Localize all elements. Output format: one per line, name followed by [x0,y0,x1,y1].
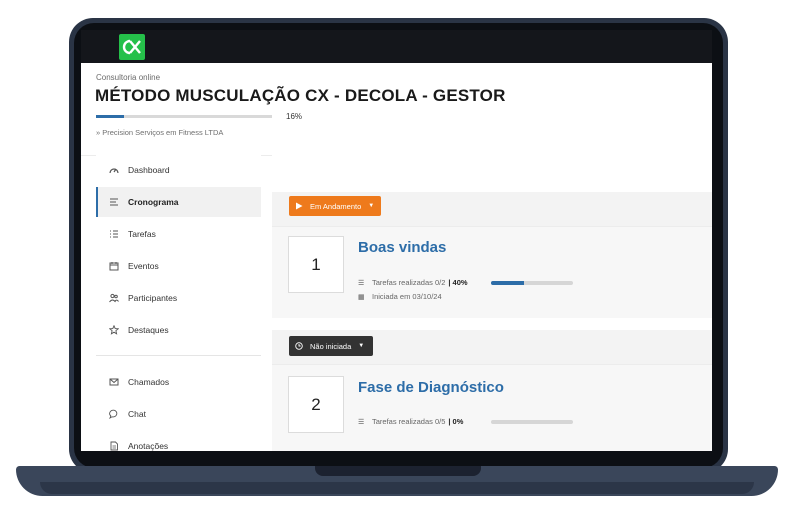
cx-logo[interactable] [119,34,145,60]
status-dropdown[interactable]: Em Andamento ▼ [289,196,381,216]
phase-number: 2 [288,376,344,433]
calendar-icon [109,261,119,271]
phase-card: Em Andamento ▼ 1 Boas vindas ☰ Tarefas r… [272,192,712,318]
sidebar-item-destaques[interactable]: Destaques [96,315,261,345]
course-progress-percent: 16% [286,112,303,121]
status-dropdown[interactable]: Não iniciada ▼ [289,336,373,356]
course-header: Consultoria online MÉTODO MUSCULAÇÃO CX … [81,63,712,156]
sidebar-item-label: Dashboard [128,165,170,175]
clock-icon [295,342,303,350]
screen: Consultoria online MÉTODO MUSCULAÇÃO CX … [81,30,712,451]
phase-title[interactable]: Fase de Diagnóstico [358,379,504,396]
cx-logo-icon [122,39,141,55]
list-icon [109,197,119,207]
phase-tasks-info: ☰ Tarefas realizadas 0/2 | 40% [358,278,468,287]
sidebar-item-label: Chamados [128,377,170,387]
chevron-down-icon: ▼ [358,343,365,349]
sidebar-divider [96,355,261,356]
sidebar-item-dashboard[interactable]: Dashboard [96,155,261,185]
sidebar-item-label: Tarefas [128,229,156,239]
phase-start-info: ▦ Iniciada em 03/10/24 [358,292,442,301]
star-icon [109,325,119,335]
company-link[interactable]: » Precision Serviços em Fitness LTDA [96,128,223,137]
course-subtitle: Consultoria online [96,73,161,82]
sidebar-item-chamados[interactable]: Chamados [96,367,261,397]
tasks-count: Tarefas realizadas 0/5 [372,417,446,426]
top-bar [81,30,712,63]
sidebar-item-cronograma[interactable]: Cronograma [96,187,261,217]
sidebar-item-label: Eventos [128,261,159,271]
laptop-notch [315,466,481,476]
sidebar-item-eventos[interactable]: Eventos [96,251,261,281]
phase-progress-bar [491,420,573,424]
sidebar-item-tarefas[interactable]: Tarefas [96,219,261,249]
tasks-count: Tarefas realizadas 0/2 [372,278,446,287]
phase-start-date: Iniciada em 03/10/24 [372,292,442,301]
sidebar: Dashboard Cronograma Tarefas Eventos Par… [96,155,261,451]
phase-card: Não iniciada ▼ 2 Fase de Diagnóstico ☰ T… [272,330,712,451]
sidebar-item-chat[interactable]: Chat [96,399,261,429]
phase-tasks-info: ☰ Tarefas realizadas 0/5 | 0% [358,417,463,426]
sidebar-item-participantes[interactable]: Participantes [96,283,261,313]
course-progress-bar [96,115,272,118]
course-title: MÉTODO MUSCULAÇÃO CX - DECOLA - GESTOR [95,86,506,105]
phase-percent: | 0% [448,417,464,426]
chat-icon [109,409,119,419]
sidebar-item-label: Anotações [128,441,169,451]
phase-title[interactable]: Boas vindas [358,239,446,256]
users-icon [109,293,119,303]
phase-card-header: Não iniciada ▼ [272,330,712,365]
tasks-icon: ☰ [358,279,365,287]
chevron-down-icon: ▼ [368,203,375,209]
schedule-main: Em Andamento ▼ 1 Boas vindas ☰ Tarefas r… [272,155,712,451]
phase-percent: | 40% [448,278,468,287]
gauge-icon [109,165,119,175]
phase-number: 1 [288,236,344,293]
phase-progress-bar [491,281,573,285]
course-progress-fill [96,115,125,118]
note-icon [109,441,119,451]
phase-card-header: Em Andamento ▼ [272,192,712,227]
calendar-icon: ▦ [358,293,365,301]
sidebar-item-label: Chat [128,409,146,419]
play-icon [296,202,303,210]
status-label: Não iniciada [310,341,352,351]
sidebar-item-label: Participantes [128,293,178,303]
status-label: Em Andamento [310,201,362,211]
sidebar-item-anotacoes[interactable]: Anotações [96,431,261,451]
tasks-icon [109,229,119,239]
mail-icon [109,377,119,387]
tasks-icon: ☰ [358,418,365,426]
laptop-base-shade [40,482,754,494]
sidebar-item-label: Cronograma [128,197,179,207]
phase-progress-fill [491,281,524,285]
sidebar-item-label: Destaques [128,325,169,335]
